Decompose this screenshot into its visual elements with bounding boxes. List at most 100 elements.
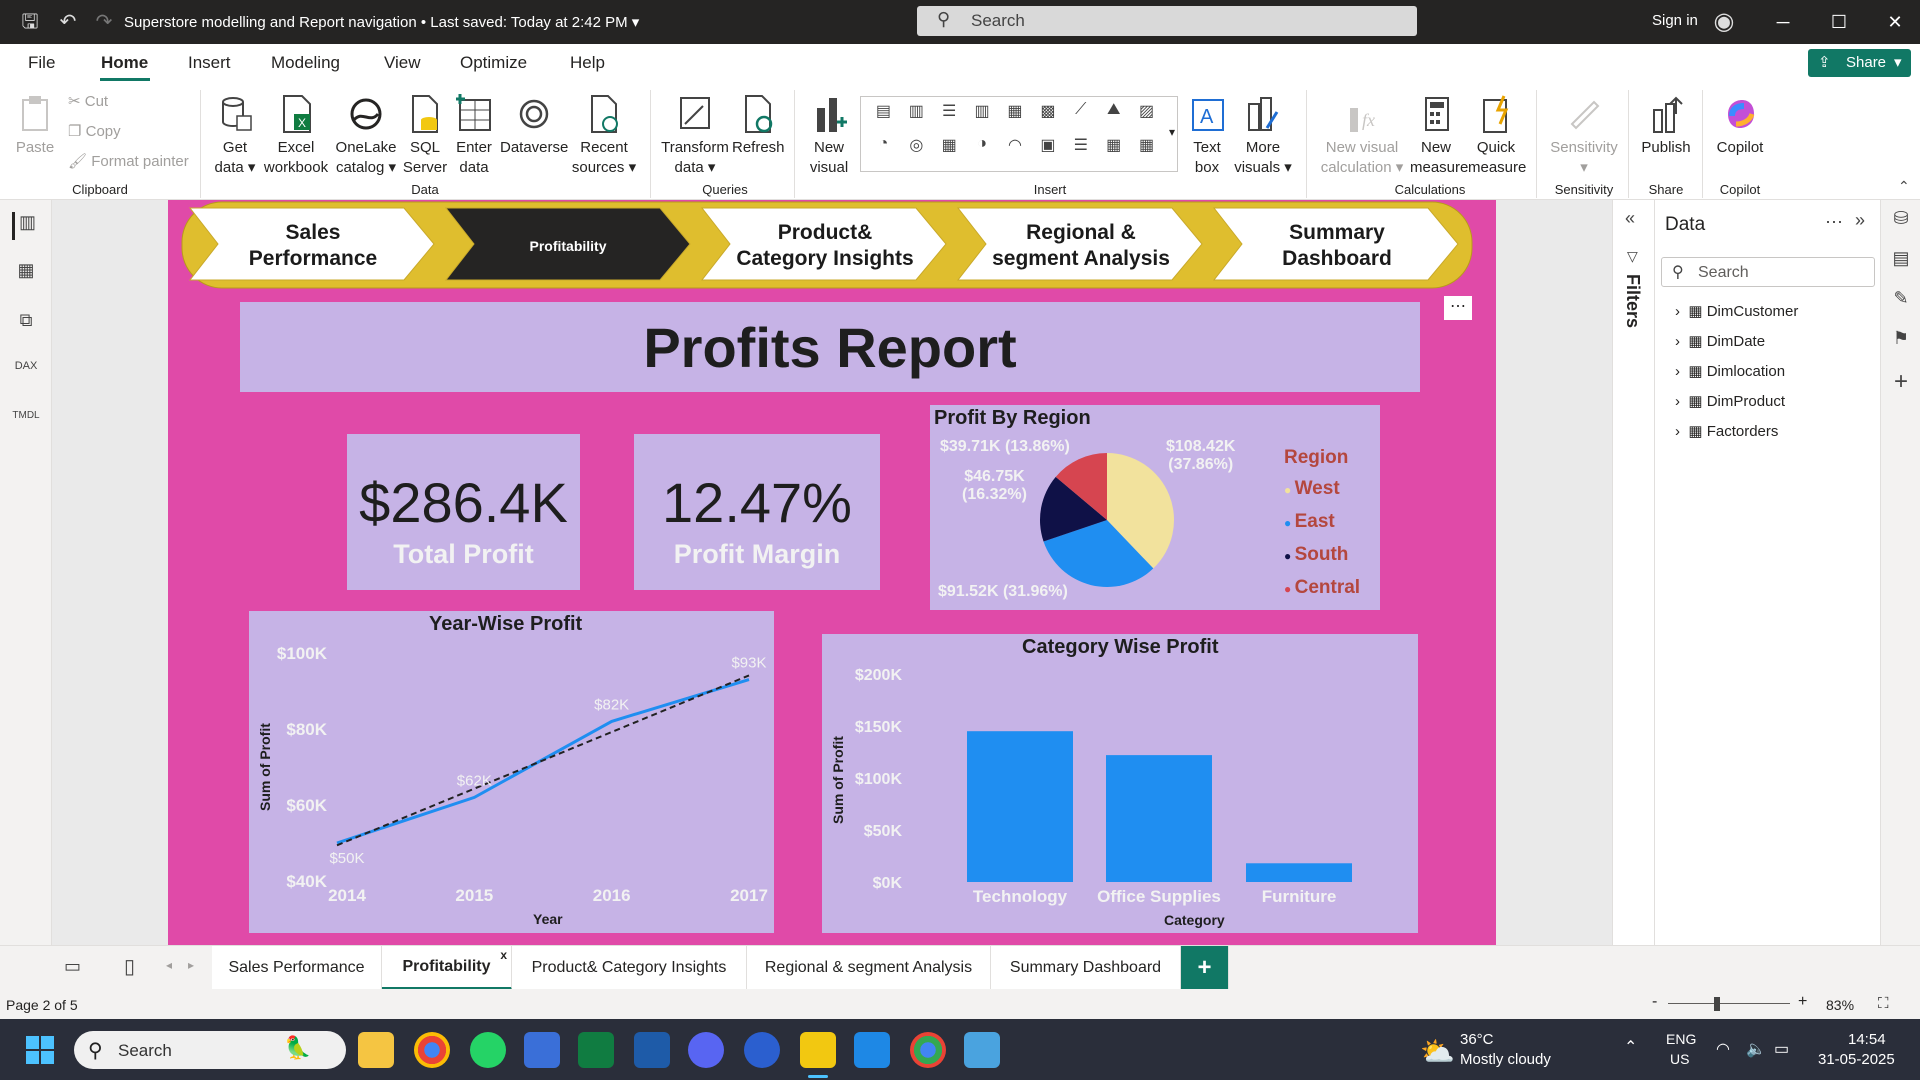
zoom-out-button[interactable]: -: [1652, 993, 1657, 1011]
more-options-button[interactable]: ⋯: [1444, 296, 1472, 320]
visual-type-icon[interactable]: ⛰: [1097, 101, 1130, 135]
paste-button[interactable]: Paste: [10, 94, 60, 158]
visual-type-icon[interactable]: ◔: [867, 135, 900, 169]
zoom-in-button[interactable]: +: [1798, 993, 1807, 1011]
legend-item[interactable]: ● South: [1284, 539, 1360, 572]
chrome-icon[interactable]: [414, 1032, 450, 1068]
data-pane-icon[interactable]: ⛁: [1887, 208, 1915, 236]
add-page-button[interactable]: +: [1181, 946, 1229, 990]
recent-sources-button[interactable]: Recent sources ▾: [568, 94, 640, 178]
scroll-right-icon[interactable]: ▸: [188, 958, 194, 972]
menu-insert[interactable]: Insert: [188, 53, 231, 73]
power-bi-taskbar-icon[interactable]: [800, 1032, 836, 1068]
bar-furniture[interactable]: [1246, 863, 1352, 882]
dataverse-button[interactable]: Dataverse: [500, 94, 568, 158]
nav-summary-dashboard-button[interactable]: Summary Dashboard: [1217, 210, 1457, 282]
visual-type-icon[interactable]: ▦: [999, 101, 1032, 135]
cut-button[interactable]: ✂ Cut: [68, 92, 108, 110]
visual-type-icon[interactable]: ▣: [1031, 135, 1064, 169]
year-wise-profit-visual[interactable]: Year-Wise Profit $40K $60K $80K $100K 2014 20…: [249, 611, 774, 933]
report-view-icon[interactable]: ▥: [12, 212, 40, 240]
legend-item[interactable]: ● West: [1284, 473, 1360, 506]
chrome-profile-icon[interactable]: [910, 1032, 946, 1068]
visual-type-icon[interactable]: ▤: [867, 101, 900, 135]
clock-time[interactable]: 14:54: [1848, 1031, 1886, 1048]
visual-type-icon[interactable]: ▥: [966, 101, 999, 135]
desktop-layout-icon[interactable]: ▭: [64, 956, 81, 977]
share-button[interactable]: ⇪ Share ▾: [1808, 49, 1911, 77]
visual-type-icon[interactable]: ▦: [1097, 135, 1130, 169]
undo-icon[interactable]: ↶: [54, 8, 82, 36]
enter-data-button[interactable]: Enter data: [448, 94, 500, 178]
collapse-pane-icon[interactable]: »: [1855, 210, 1865, 231]
battery-icon[interactable]: ▭: [1774, 1039, 1789, 1059]
copy-button[interactable]: ❐ Copy: [68, 122, 121, 140]
taskbar-search-input[interactable]: ⚲ Search 🦜: [74, 1031, 346, 1069]
menu-help[interactable]: Help: [570, 53, 605, 73]
page-tab-regional-segment[interactable]: Regional & segment Analysis: [747, 946, 991, 990]
publish-button[interactable]: Publish: [1638, 94, 1694, 158]
bar-office-supplies[interactable]: [1106, 755, 1212, 882]
menu-view[interactable]: View: [384, 53, 421, 73]
bar-technology[interactable]: [967, 731, 1073, 882]
excel-taskbar-icon[interactable]: [578, 1032, 614, 1068]
format-pane-icon[interactable]: ✎: [1887, 288, 1915, 316]
visual-type-icon[interactable]: ◎: [900, 135, 933, 169]
nav-sales-performance-button[interactable]: Sales Performance: [193, 210, 433, 282]
report-title-card[interactable]: Profits Report: [240, 302, 1420, 392]
new-visual-calculation-button[interactable]: fx New visual calculation ▾: [1316, 94, 1408, 178]
filters-pane[interactable]: « ▽ Filters: [1612, 200, 1654, 945]
close-tab-icon[interactable]: x: [500, 948, 507, 962]
bookmark-icon[interactable]: ⚑: [1887, 328, 1915, 356]
visual-type-icon[interactable]: ▥: [900, 101, 933, 135]
visual-gallery[interactable]: ▤ ▥ ☰ ▥ ▦ ▩ ⟋ ⛰ ▨ ◔ ◎ ▦ ◑ ◠ ▣ ☰ ▦ ▦ ▾: [860, 96, 1178, 172]
app-w-icon[interactable]: [744, 1032, 780, 1068]
mobile-layout-icon[interactable]: ▯: [124, 954, 135, 979]
more-options-icon[interactable]: ⋯: [1825, 212, 1843, 233]
add-pane-icon[interactable]: +: [1887, 368, 1915, 396]
onelake-catalog-button[interactable]: OneLake catalog ▾: [330, 94, 402, 178]
new-measure-button[interactable]: New measure: [1410, 94, 1468, 178]
page-tab-summary-dashboard[interactable]: Summary Dashboard: [991, 946, 1181, 990]
menu-file[interactable]: File: [28, 53, 55, 73]
total-profit-card[interactable]: $286.4K Total Profit: [347, 434, 580, 590]
model-view-icon[interactable]: ⧉: [12, 310, 40, 338]
visual-type-icon[interactable]: ▨: [1130, 101, 1163, 135]
zoom-slider-thumb[interactable]: [1714, 997, 1720, 1011]
visual-type-icon[interactable]: ▦: [1130, 135, 1163, 169]
menu-optimize[interactable]: Optimize: [460, 53, 527, 73]
page-tab-profitability[interactable]: Profitability x: [382, 946, 512, 990]
discord-icon[interactable]: [688, 1032, 724, 1068]
table-item[interactable]: › ▦ DimDate: [1675, 332, 1765, 350]
collapse-ribbon-icon[interactable]: ⌃: [1898, 178, 1910, 195]
visual-type-icon[interactable]: ▩: [1031, 101, 1064, 135]
visual-type-icon[interactable]: ◠: [999, 135, 1032, 169]
clock-date[interactable]: 31-05-2025: [1818, 1051, 1895, 1068]
quick-measure-button[interactable]: Quick measure: [1468, 94, 1526, 178]
expand-filters-icon[interactable]: «: [1625, 208, 1635, 229]
table-item[interactable]: › ▦ Factorders: [1675, 422, 1778, 440]
build-visual-icon[interactable]: ▤: [1887, 248, 1915, 276]
legend-item[interactable]: ● East: [1284, 506, 1360, 539]
title-search-input[interactable]: ⚲ Search: [917, 6, 1417, 36]
gallery-expand-icon[interactable]: ▾: [1169, 125, 1175, 139]
page-tab-sales-performance[interactable]: Sales Performance: [212, 946, 382, 990]
format-painter-button[interactable]: 🖌 Format painter: [68, 152, 189, 170]
transform-data-button[interactable]: Transform data ▾: [658, 94, 732, 178]
scroll-left-icon[interactable]: ◂: [166, 958, 172, 972]
save-icon[interactable]: 🖫: [16, 8, 44, 36]
minimize-button[interactable]: ─: [1768, 8, 1798, 36]
new-visual-button[interactable]: New visual: [804, 94, 854, 178]
nav-product-category-button[interactable]: Product& Category Insights: [705, 210, 945, 282]
more-visuals-button[interactable]: More visuals ▾: [1234, 94, 1292, 178]
visual-type-icon[interactable]: ⟋: [1064, 101, 1097, 135]
visual-type-icon[interactable]: ☰: [1064, 135, 1097, 169]
sign-in-link[interactable]: Sign in: [1652, 12, 1698, 29]
excel-workbook-button[interactable]: X Excel workbook: [262, 94, 330, 178]
copilot-button[interactable]: Copilot: [1710, 94, 1770, 158]
table-view-icon[interactable]: ▦: [12, 260, 40, 288]
input-language-1[interactable]: ENG: [1666, 1031, 1696, 1047]
data-search-input[interactable]: ⚲ Search: [1661, 257, 1875, 287]
sensitivity-button[interactable]: Sensitivity ▾: [1546, 94, 1622, 178]
fit-to-page-icon[interactable]: ⛶: [1878, 995, 1889, 1012]
